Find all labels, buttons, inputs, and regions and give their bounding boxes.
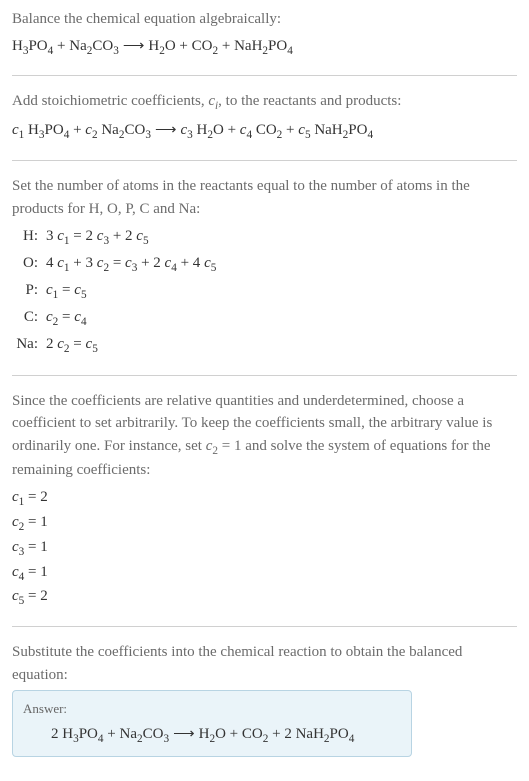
atoms-equations-table: H: 3 c1 = 2 c3 + 2 c5 O: 4 c1 + 3 c2 = c… xyxy=(12,224,220,358)
section-balance-intro: Balance the chemical equation algebraica… xyxy=(12,8,517,59)
atom-label: O: xyxy=(12,251,42,278)
atom-equation: 3 c1 = 2 c3 + 2 c5 xyxy=(42,224,220,251)
section-solve: Since the coefficients are relative quan… xyxy=(12,390,517,611)
product-1: H2O xyxy=(148,38,175,54)
atom-equation: 2 c2 = c5 xyxy=(42,332,220,359)
section-atom-balance: Set the number of atoms in the reactants… xyxy=(12,175,517,358)
atom-equation: c1 = c5 xyxy=(42,278,220,305)
coeff-solution: c2 = 1 xyxy=(12,511,517,536)
section-stoichiometric: Add stoichiometric coefficients, ci, to … xyxy=(12,90,517,144)
coeff-equation: c1 H3PO4 + c2 Na2CO3 ⟶ c3 H2O + c4 CO2 +… xyxy=(12,119,517,144)
atom-equation: 4 c1 + 3 c2 = c3 + 2 c4 + 4 c5 xyxy=(42,251,220,278)
atom-equation: c2 = c4 xyxy=(42,305,220,332)
answer-label: Answer: xyxy=(23,699,401,719)
balanced-equation: 2 H3PO4 + Na2CO3 ⟶ H2O + CO2 + 2 NaH2PO4 xyxy=(23,723,401,748)
divider xyxy=(12,375,517,376)
divider xyxy=(12,75,517,76)
unbalanced-equation: H3PO4 + Na2CO3 ⟶ H2O + CO2 + NaH2PO4 xyxy=(12,35,517,60)
reaction-arrow: ⟶ xyxy=(119,35,149,58)
coeff-solution: c4 = 1 xyxy=(12,561,517,586)
table-row: Na: 2 c2 = c5 xyxy=(12,332,220,359)
table-row: O: 4 c1 + 3 c2 = c3 + 2 c4 + 4 c5 xyxy=(12,251,220,278)
atom-label: C: xyxy=(12,305,42,332)
product-2: CO2 xyxy=(192,38,218,54)
reactant-2: Na2CO3 xyxy=(69,38,119,54)
coefficient-solutions: c1 = 2 c2 = 1 c3 = 1 c4 = 1 c5 = 2 xyxy=(12,486,517,610)
table-row: C: c2 = c4 xyxy=(12,305,220,332)
atom-balance-text: Set the number of atoms in the reactants… xyxy=(12,175,517,220)
substitute-text: Substitute the coefficients into the che… xyxy=(12,641,517,686)
solve-text: Since the coefficients are relative quan… xyxy=(12,390,517,482)
atom-label: H: xyxy=(12,224,42,251)
coeff-solution: c3 = 1 xyxy=(12,536,517,561)
coeff-solution: c5 = 2 xyxy=(12,585,517,610)
reactant-1: H3PO4 xyxy=(12,38,53,54)
intro-text: Balance the chemical equation algebraica… xyxy=(12,8,517,31)
coeff-solution: c1 = 2 xyxy=(12,486,517,511)
table-row: P: c1 = c5 xyxy=(12,278,220,305)
divider xyxy=(12,626,517,627)
atom-label: P: xyxy=(12,278,42,305)
stoich-text: Add stoichiometric coefficients, ci, to … xyxy=(12,90,517,115)
table-row: H: 3 c1 = 2 c3 + 2 c5 xyxy=(12,224,220,251)
divider xyxy=(12,160,517,161)
atom-label: Na: xyxy=(12,332,42,359)
section-substitute: Substitute the coefficients into the che… xyxy=(12,641,517,756)
answer-box: Answer: 2 H3PO4 + Na2CO3 ⟶ H2O + CO2 + 2… xyxy=(12,690,412,756)
product-3: NaH2PO4 xyxy=(234,38,293,54)
